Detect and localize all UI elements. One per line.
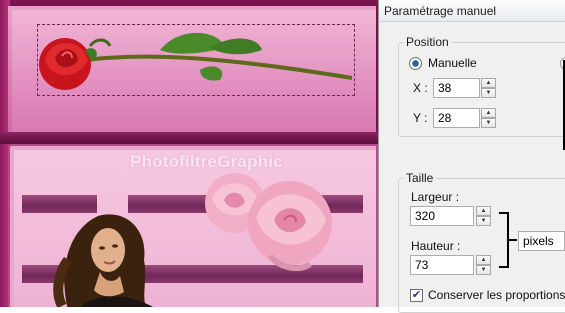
position-legend: Position <box>403 35 452 49</box>
width-input[interactable]: 320 <box>410 206 474 226</box>
dialog-title: Paramétrage manuel <box>384 4 497 18</box>
x-label: X : <box>413 81 428 95</box>
height-label: Hauteur : <box>411 239 461 253</box>
keep-proportions-label[interactable]: Conserver les proportions <box>428 288 565 302</box>
spin-up-icon[interactable]: ▲ <box>476 206 491 216</box>
dialog-title-bar: Paramétrage manuel <box>379 0 565 22</box>
y-input[interactable]: 28 <box>433 108 480 128</box>
selection-marquee[interactable] <box>37 24 355 96</box>
y-label: Y : <box>413 111 428 125</box>
spin-up-icon[interactable]: ▲ <box>481 108 496 118</box>
link-bracket-icon <box>499 212 509 268</box>
panel-divider <box>0 132 378 144</box>
spin-down-icon[interactable]: ▼ <box>481 88 496 98</box>
size-legend: Taille <box>403 171 437 185</box>
spin-down-icon[interactable]: ▼ <box>476 265 491 275</box>
pink-roses-image <box>205 173 332 272</box>
x-input[interactable]: 38 <box>433 78 480 98</box>
spin-down-icon[interactable]: ▼ <box>476 216 491 226</box>
image-canvas[interactable]: PhotofiltreGraphic <box>0 0 378 307</box>
y-spinner[interactable]: ▲ ▼ <box>481 108 496 128</box>
height-input[interactable]: 73 <box>410 255 474 275</box>
link-bracket-tick <box>509 239 517 241</box>
x-spinner[interactable]: ▲ ▼ <box>481 78 496 98</box>
radio-selected-icon[interactable] <box>409 57 422 70</box>
units-select[interactable]: pixels <box>518 231 565 251</box>
spin-up-icon[interactable]: ▲ <box>476 255 491 265</box>
checkmark-icon[interactable]: ✔ <box>410 289 423 302</box>
manual-mode-label[interactable]: Manuelle <box>428 56 477 70</box>
height-spinner[interactable]: ▲ ▼ <box>476 255 491 275</box>
width-label: Largeur : <box>411 190 460 204</box>
spin-down-icon[interactable]: ▼ <box>481 118 496 128</box>
width-spinner[interactable]: ▲ ▼ <box>476 206 491 226</box>
spin-up-icon[interactable]: ▲ <box>481 78 496 88</box>
woman-portrait-image <box>53 214 153 307</box>
